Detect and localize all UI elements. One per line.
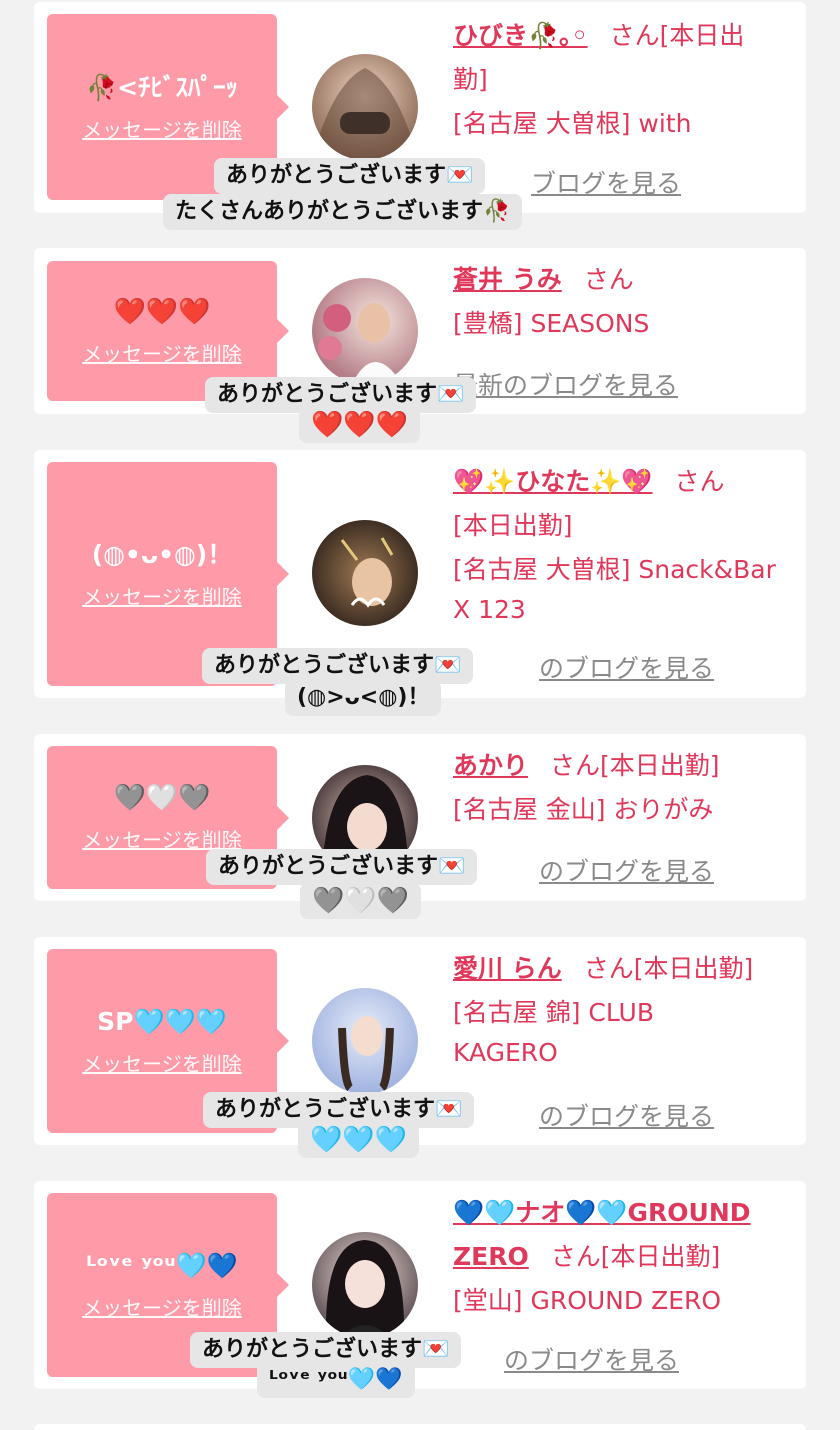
avatar[interactable] — [312, 988, 418, 1094]
cast-name-link-cont[interactable]: ZERO — [453, 1242, 529, 1271]
cast-name-link[interactable]: 蒼井 うみ — [453, 265, 562, 294]
avatar[interactable] — [312, 520, 418, 626]
thanks-sticker: ありがとうございます💌 — [206, 849, 478, 885]
store-name: [名古屋 大曽根] with — [453, 109, 692, 138]
cast-name-link[interactable]: 💖✨ひなた✨💖 — [453, 467, 653, 496]
blog-link[interactable]: のブログを見る — [539, 649, 714, 685]
store-name-cont: X 123 — [453, 595, 526, 624]
cast-status: さん[本日出 — [609, 21, 745, 50]
store-name: [名古屋 金山] おりがみ — [453, 795, 714, 824]
cast-name-link[interactable]: 愛川 らん — [453, 954, 562, 983]
thanks-sticker-line2: ❤️❤️❤️ — [299, 407, 421, 443]
cast-status-cont: [本日出勤] — [453, 511, 573, 540]
blog-link[interactable]: のブログを見る — [539, 1097, 714, 1133]
cast-status: さん — [674, 467, 725, 496]
delete-message-link[interactable]: メッセージを削除 — [82, 338, 242, 367]
thanks-sticker: ありがとうございます💌 — [214, 158, 486, 194]
cast-name-link[interactable]: あかり — [453, 751, 528, 780]
delete-message-link[interactable]: メッセージを削除 — [82, 581, 242, 610]
cast-status: さん[本日出勤] — [550, 1242, 721, 1271]
message-card-next — [34, 1424, 806, 1430]
message-text: (◍•ᴗ•◍)！ — [91, 539, 233, 569]
blog-link[interactable]: のブログを見る — [539, 852, 714, 888]
store-name: [名古屋 錦] CLUB — [453, 998, 654, 1027]
cast-status-cont: 勤] — [453, 65, 488, 94]
cast-info: 💖✨ひなた✨💖 さん [本日出勤] [名古屋 大曽根] Snack&Bar X 1… — [453, 460, 796, 632]
blog-link[interactable]: ブログを見る — [531, 164, 681, 200]
thanks-sticker: ありがとうございます💌 — [202, 648, 474, 684]
thanks-sticker-line2: (◍>ᴗ<◍)！ — [285, 680, 442, 716]
store-name: [名古屋 大曽根] Snack&Bar — [453, 555, 776, 584]
cast-info: ひびき🥀｡◦ さん[本日出 勤] [名古屋 大曽根] with — [453, 14, 796, 146]
message-text: 🥀<ﾁﾋﾞｽﾊﾟｰｯ — [85, 72, 239, 102]
avatar[interactable] — [312, 278, 418, 384]
delete-message-link[interactable]: メッセージを削除 — [82, 1048, 242, 1077]
cast-info: 愛川 らん さん[本日出勤] [名古屋 錦] CLUB KAGERO — [453, 947, 796, 1075]
store-name: [豊橋] SEASONS — [453, 309, 650, 338]
avatar[interactable] — [312, 54, 418, 160]
store-name: [堂山] GROUND ZERO — [453, 1286, 722, 1315]
store-name-cont: KAGERO — [453, 1038, 558, 1067]
cast-info: 蒼井 うみ さん [豊橋] SEASONS — [453, 258, 796, 346]
cast-name-link[interactable]: ひびき🥀｡◦ — [453, 21, 588, 50]
cast-status: さん[本日出勤] — [550, 751, 720, 780]
blog-link[interactable]: のブログを見る — [504, 1341, 679, 1377]
thanks-sticker-line2: ᴸᵒᵛᵉ ʸᵒᵘ🩵💙 — [257, 1362, 415, 1398]
message-text: ᴸᵒᵛᵉ ʸᵒᵘ🩵💙 — [86, 1250, 238, 1280]
blog-link[interactable]: 最新のブログを見る — [453, 366, 678, 402]
cast-status: さん — [583, 265, 634, 294]
message-text: SP🩵🩵🩵 — [97, 1006, 227, 1036]
delete-message-link[interactable]: メッセージを削除 — [82, 1292, 242, 1321]
thanks-sticker-line2: 🩵🩵🩵 — [298, 1122, 420, 1158]
thanks-sticker-line2: たくさんありがとうございます🥀 — [163, 194, 523, 230]
cast-info: 💙🩵ナオ💙🩵GROUND ZERO さん[本日出勤] [堂山] GROUND ZE… — [453, 1191, 796, 1323]
message-text: ❤️❤️❤️ — [113, 296, 211, 327]
cast-info: あかり さん[本日出勤] [名古屋 金山] おりがみ — [453, 744, 796, 832]
delete-message-link[interactable]: メッセージを削除 — [82, 114, 242, 143]
cast-name-link[interactable]: 💙🩵ナオ💙🩵GROUND — [453, 1198, 751, 1227]
avatar[interactable] — [312, 1232, 418, 1338]
cast-status: さん[本日出勤] — [583, 954, 754, 983]
thanks-sticker-line2: 🩶🤍🩶 — [300, 883, 422, 919]
message-text: 🩶🤍🩶 — [113, 783, 211, 813]
